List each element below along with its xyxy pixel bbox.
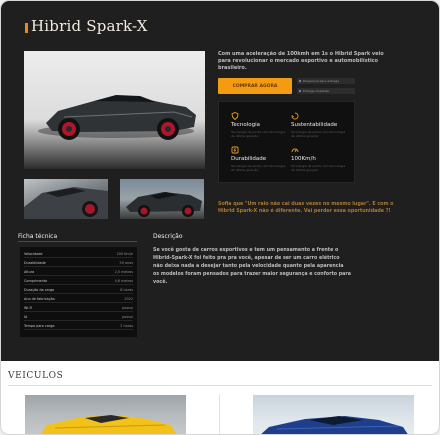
spec-key: Duração da carga — [24, 288, 55, 292]
spec-key: Tempo para carga — [24, 324, 55, 328]
spec-key: Comprimento — [24, 279, 48, 283]
feature-label: 100Km/h — [291, 156, 316, 162]
promo-quote: Sofia que "Um raio não cai duas vezes no… — [218, 202, 394, 214]
spec-row: Durabilidade 50 anos — [24, 258, 133, 267]
spec-key: Ano de fabricação — [24, 297, 55, 301]
spec-row: Altura 2,5 metros — [24, 267, 133, 276]
spec-value: 200 Km/h — [116, 252, 133, 256]
feature-label: Sustentabilidade — [291, 122, 338, 128]
spec-value: 8 horas — [120, 288, 133, 292]
spec-table: Velocidade 200 Km/h Durabilidade 50 anos A… — [20, 247, 137, 337]
thumbnail-photo-2[interactable] — [120, 179, 204, 219]
main-car-photo — [24, 51, 205, 169]
title-accent-bar — [25, 23, 28, 33]
spec-row: IA possui — [24, 312, 133, 321]
spec-row: Velocidade 200 Km/h — [24, 249, 133, 258]
feature-description: Tecnologia de ponta com tecnologia de úl… — [231, 130, 286, 138]
spec-heading: Ficha técnica — [18, 233, 58, 240]
spec-key: Wi-Fi — [24, 306, 33, 310]
page: Hibrid Spark-X Com uma aceleração de 100… — [0, 0, 440, 435]
mini-button-label: Entrega imediata — [303, 89, 329, 93]
spec-row: Ano de fabricação 2022 — [24, 294, 133, 303]
buy-now-button[interactable]: COMPRAR AGORA — [218, 78, 292, 94]
spec-value: possui — [122, 315, 133, 319]
feature-label: Durabilidade — [231, 156, 267, 162]
spec-value: 2,5 metros — [114, 270, 133, 274]
spec-row: Tempo para carga 2 horas — [24, 321, 133, 330]
spec-key: Durabilidade — [24, 261, 46, 265]
shield-icon — [231, 112, 239, 120]
page-title: Hibrid Spark-X — [31, 17, 148, 35]
feature-description: Tecnologia de ponta com tecnologia de úl… — [291, 130, 346, 138]
speedometer-icon — [291, 148, 299, 153]
spec-value: 2022 — [124, 297, 133, 301]
vehicle-card-yellow[interactable] — [25, 395, 186, 434]
spec-key: Altura — [24, 270, 35, 274]
spec-value: 50 anos — [119, 261, 133, 265]
delivery-available-button[interactable]: Disponível para entrega — [297, 78, 355, 84]
spec-key: IA — [24, 315, 28, 319]
vehicles-heading: VEICULOS — [8, 371, 64, 381]
mini-button-label: Disponível para entrega — [303, 79, 340, 83]
divider — [8, 385, 432, 386]
divider — [219, 394, 220, 434]
vehicle-card-blue[interactable] — [253, 395, 414, 434]
feature-label: Tecnologia — [231, 122, 260, 128]
leaf-icon — [291, 112, 299, 120]
intro-text: Com uma aceleração de 100kmh em 1s o Hib… — [218, 51, 384, 71]
spec-key: Velocidade — [24, 252, 43, 256]
spec-row: Comprimento 4,6 metros — [24, 276, 133, 285]
dot-icon — [299, 80, 301, 82]
spec-value: 4,6 metros — [114, 279, 133, 283]
description-heading: Descrição — [153, 233, 183, 240]
feature-description: Tecnologia de ponta com tecnologia de úl… — [291, 164, 346, 172]
immediate-delivery-button[interactable]: Entrega imediata — [297, 88, 355, 94]
thumbnail-photo-1[interactable] — [24, 179, 108, 219]
description-text: Se você gosta de carros esportivos e tem… — [153, 248, 351, 285]
spec-value: 2 horas — [120, 324, 133, 328]
spec-row: Wi-Fi possui — [24, 303, 133, 312]
divider — [18, 241, 137, 242]
features-panel: Tecnologia Tecnologia de ponta com tecno… — [218, 101, 355, 183]
feature-description: Tecnologia de ponta com tecnologia de úl… — [231, 164, 286, 172]
dot-icon — [299, 90, 301, 92]
spec-row: Duração da carga 8 horas — [24, 285, 133, 294]
product-section: Hibrid Spark-X Com uma aceleração de 100… — [1, 1, 439, 361]
bolt-icon — [231, 146, 239, 154]
spec-value: possui — [122, 306, 133, 310]
